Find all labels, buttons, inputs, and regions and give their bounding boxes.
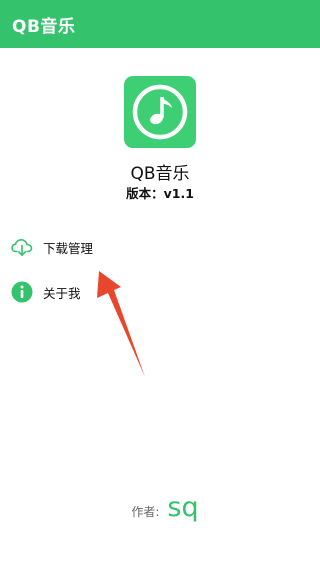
cloud-download-icon (10, 235, 34, 259)
about-screen: QB音乐 QB音乐 版本：v1.1 下载管理 关于我 作者: sq (0, 0, 320, 569)
app-bar-title: QB音乐 (12, 16, 76, 37)
version-row: 版本：v1.1 (0, 183, 320, 202)
author-row: 作者: sq (0, 492, 320, 523)
menu-item-label: 下载管理 (43, 240, 94, 256)
menu-item-about-me[interactable]: 关于我 (0, 272, 320, 312)
version-value: v1.1 (163, 186, 194, 201)
app-bar: QB音乐 (0, 0, 320, 48)
app-name: QB音乐 (130, 164, 190, 184)
author-name: sq (167, 492, 199, 523)
menu-item-download-management[interactable]: 下载管理 (0, 227, 320, 267)
music-note-icon (132, 84, 188, 140)
app-logo (124, 76, 196, 148)
author-label: 作者: (131, 505, 160, 519)
menu-item-label: 关于我 (43, 285, 81, 301)
version-label: 版本： (126, 186, 164, 201)
info-icon (10, 280, 34, 304)
